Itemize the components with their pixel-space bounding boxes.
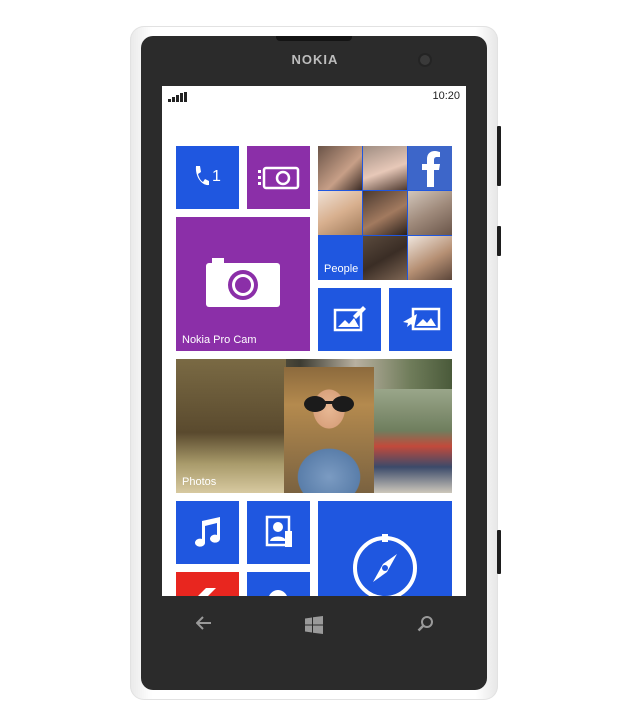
music-note-icon <box>195 517 220 547</box>
signal-bars-icon <box>168 92 187 102</box>
camera-icon <box>258 166 300 190</box>
tile-music[interactable] <box>176 501 239 564</box>
sunglasses <box>304 396 354 412</box>
tile-photo-edit[interactable] <box>318 288 381 351</box>
market-stall <box>176 359 286 493</box>
earpiece <box>276 36 352 41</box>
contact-photo <box>318 146 362 190</box>
tile-phone[interactable]: 1 <box>176 146 239 209</box>
search-icon[interactable] <box>417 616 433 632</box>
contact-photo <box>408 236 452 280</box>
back-arrow-icon[interactable] <box>196 616 212 630</box>
volume-button[interactable] <box>497 126 501 186</box>
contact-photo <box>318 191 362 235</box>
facebook-icon <box>422 151 440 187</box>
home-screen: 10:20 1 People Nokia Pro Cam Photos <box>162 86 466 596</box>
contact-card-icon <box>265 515 292 547</box>
tile-photos[interactable]: Photos <box>176 359 452 493</box>
tile-people[interactable]: People <box>318 146 452 280</box>
contact-photo <box>408 191 452 235</box>
contact-photo <box>363 236 407 280</box>
tile-photo-share[interactable] <box>389 288 452 351</box>
photo-share-icon <box>403 307 441 331</box>
compass-icon <box>353 534 417 596</box>
tile-contact-card[interactable] <box>247 501 310 564</box>
tile-red[interactable] <box>176 572 239 596</box>
tile-label: Photos <box>182 476 217 488</box>
app-icon <box>269 590 287 596</box>
power-button[interactable] <box>497 226 501 256</box>
camera-shutter-button[interactable] <box>497 530 501 574</box>
photo-edit-icon <box>333 306 366 332</box>
tile-camera[interactable] <box>247 146 310 209</box>
app-icon <box>198 588 216 596</box>
tile-label: Nokia Pro Cam <box>182 334 257 346</box>
status-bar: 10:20 <box>162 86 466 108</box>
phone-icon <box>195 166 209 186</box>
contact-photo <box>363 146 407 190</box>
tile-nokia-pro-cam[interactable]: Nokia Pro Cam <box>176 217 310 351</box>
woman-portrait <box>284 367 374 493</box>
tile-blue-small[interactable] <box>247 572 310 596</box>
facebook-cell <box>408 146 452 190</box>
camera-ring-icon <box>206 258 280 307</box>
front-camera <box>420 55 430 65</box>
hardware-nav-bar <box>141 600 487 650</box>
tile-compass[interactable] <box>318 501 452 596</box>
crowd <box>366 389 452 493</box>
tile-label: People <box>324 263 359 275</box>
clock: 10:20 <box>432 90 460 102</box>
contact-photo <box>363 191 407 235</box>
missed-call-badge: 1 <box>212 168 221 185</box>
brand-logo: NOKIA <box>291 52 339 67</box>
windows-logo-icon[interactable] <box>305 616 323 634</box>
